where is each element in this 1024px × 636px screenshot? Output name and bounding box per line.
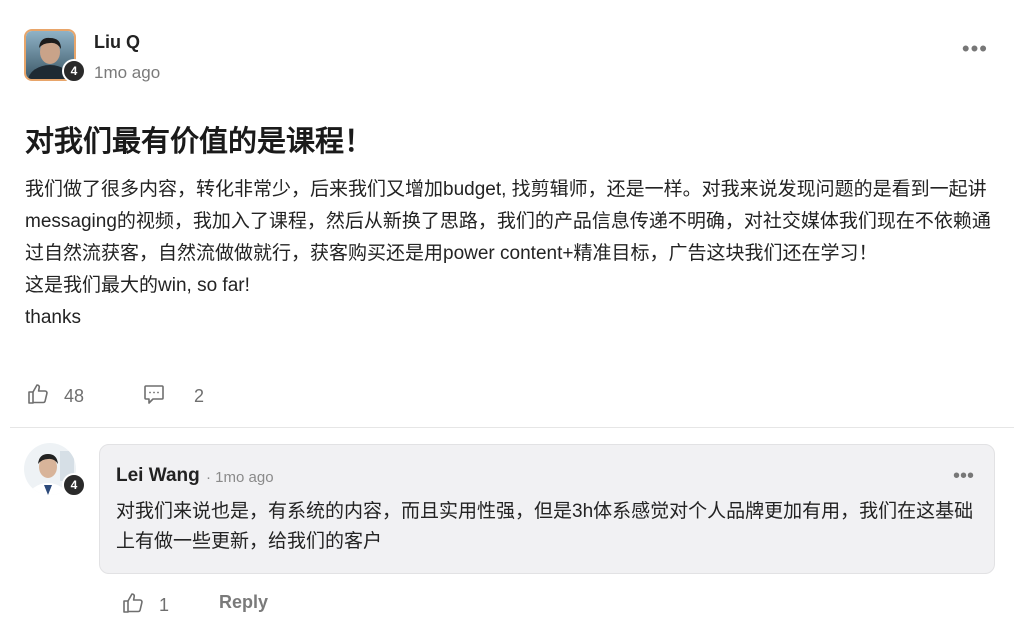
post-timestamp: 1mo ago [94, 63, 161, 82]
commenter-avatar[interactable]: 4 [24, 443, 86, 499]
post-title: 对我们最有价值的是课程！ [25, 126, 374, 158]
comment-timestamp: · 1mo ago [206, 469, 274, 486]
comment-more-options-icon[interactable]: ••• [953, 465, 974, 488]
like-button[interactable]: 48 [26, 382, 84, 411]
comment-icon [142, 382, 166, 411]
comment-count: 2 [194, 386, 205, 406]
level-badge: 4 [62, 473, 86, 497]
comment-bubble: Lei Wang · 1mo ago ••• 对我们来说也是，有系统的内容，而且… [99, 444, 995, 574]
thumbs-up-icon [121, 591, 145, 620]
more-options-icon[interactable]: ••• [962, 36, 988, 62]
commenter-name[interactable]: Lei Wang [116, 465, 200, 487]
author-name[interactable]: Liu Q [94, 32, 140, 53]
comment-like-button[interactable]: 1 [121, 591, 169, 620]
post-paragraph: 这是我们最大的win, so far! [25, 275, 250, 296]
post-body: 我们做了很多内容，转化非常少，后来我们又增加budget, 找剪辑师，还是一样。… [25, 174, 995, 334]
comment-like-count: 1 [159, 595, 170, 615]
comment-button[interactable]: 2 [142, 382, 204, 411]
post-paragraph: 我们做了很多内容，转化非常少，后来我们又增加budget, 找剪辑师，还是一样。… [25, 179, 991, 264]
reply-button[interactable]: Reply [219, 592, 268, 613]
post-paragraph: thanks [25, 307, 81, 328]
comment-text: 对我们来说也是，有系统的内容，而且实用性强，但是3h体系感觉对个人品牌更加有用，… [116, 501, 974, 552]
thumbs-up-icon [26, 382, 50, 411]
author-avatar[interactable]: 4 [24, 29, 86, 85]
like-count: 48 [64, 386, 85, 406]
level-badge: 4 [62, 59, 86, 83]
section-divider [10, 427, 1014, 428]
community-post: 4 Liu Q 1mo ago ••• 对我们最有价值的是课程！ 我们做了很多内… [0, 0, 1024, 636]
